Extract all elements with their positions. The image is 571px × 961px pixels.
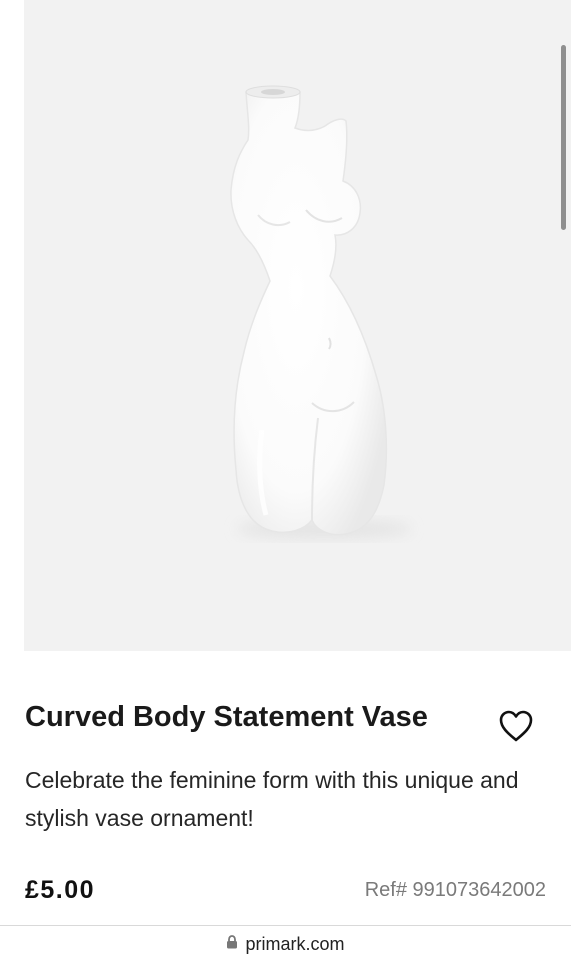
page-scrollbar[interactable] [561,45,566,230]
heart-icon [499,710,533,742]
vase-body [230,86,388,536]
browser-url-bar[interactable]: primark.com [0,925,571,961]
vase-image [230,85,412,539]
wishlist-button[interactable] [494,704,538,748]
browser-url: primark.com [245,933,345,954]
product-reference: Ref# 991073642002 [364,879,546,901]
product-price: £5.00 [25,876,96,904]
product-description: Celebrate the feminine form with this un… [25,767,519,831]
product-image[interactable] [24,0,571,651]
lock-icon [226,934,238,954]
product-title: Curved Body Statement Vase [25,701,428,733]
